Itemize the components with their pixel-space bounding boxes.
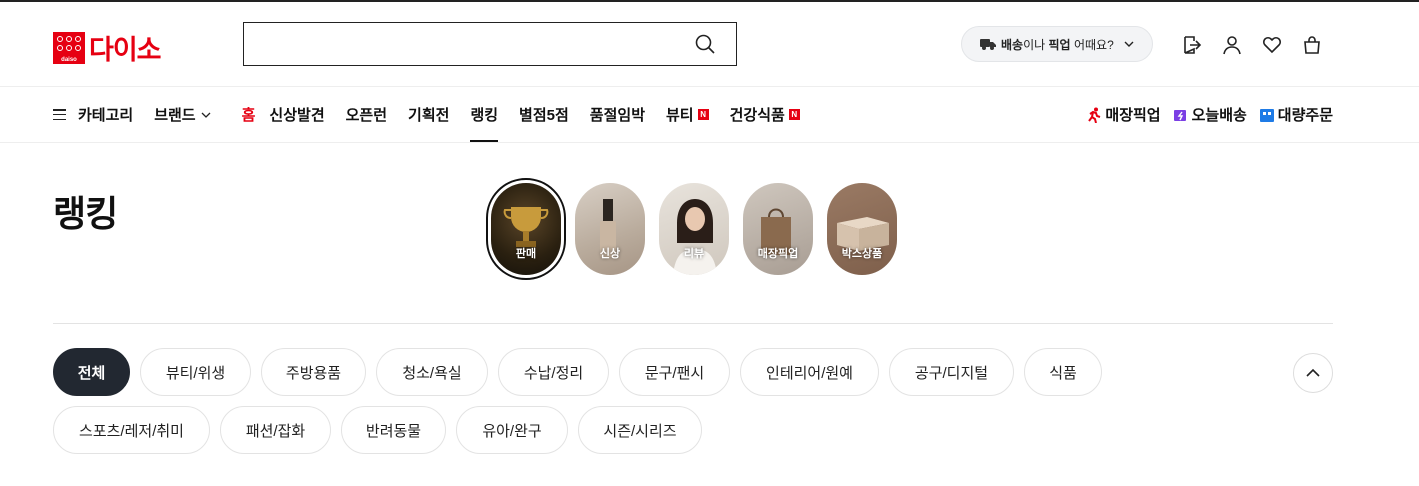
category-chip[interactable]: 식품 [1024,348,1102,396]
ranking-type-store-pickup[interactable]: 매장픽업 [743,183,813,275]
nav-soldout-soon[interactable]: 품절임박 [590,87,645,142]
nav-exhibition[interactable]: 기획전 [408,87,449,142]
category-chip[interactable]: 수납/정리 [498,348,609,396]
header: daiso 다이소 배송 이나 픽업 어때요? [0,2,1419,86]
category-chip[interactable]: 주방용품 [261,348,366,396]
trophy-icon [503,207,549,247]
chevron-down-icon [1124,41,1134,47]
search-input[interactable] [243,22,737,66]
category-chip-all[interactable]: 전체 [53,348,130,396]
pickup-label: 픽업 [1048,37,1071,52]
service-store-pickup[interactable]: 매장픽업 [1086,104,1161,125]
ranking-type-label: 판매 [515,248,537,260]
nav-home[interactable]: 홈 [242,87,256,142]
user-icon[interactable] [1222,35,1242,55]
category-chip[interactable]: 인테리어/원예 [740,348,879,396]
category-chip[interactable]: 문구/팬시 [619,348,730,396]
ranking-type-label: 신상 [599,248,621,260]
service-today-delivery-label: 오늘배송 [1191,107,1247,124]
service-today-delivery[interactable]: 오늘배송 [1173,104,1247,125]
delivery-label: 배송 [1001,37,1024,52]
delivery-question: 어때요? [1070,37,1114,52]
category-chip[interactable]: 시즌/시리즈 [578,406,702,454]
category-chip[interactable]: 패션/잡화 [220,406,331,454]
building-icon [1259,107,1275,123]
logo-mini-text: daiso [61,56,77,63]
ranking-type-label: 리뷰 [683,248,705,260]
logout-icon[interactable] [1182,35,1202,55]
header-actions [1182,35,1342,55]
bag-icon[interactable] [1302,35,1322,55]
logo-text: 다이소 [89,35,162,65]
heart-icon[interactable] [1262,35,1282,55]
category-chip[interactable]: 유아/완구 [456,406,568,454]
ranking-type-box[interactable]: 박스상품 [827,183,897,275]
service-bulk-order[interactable]: 대량주문 [1259,104,1333,125]
nav-health-food-label: 건강식품 [729,107,785,124]
paper-bag-image [761,208,791,255]
daiso-logo[interactable]: daiso 다이소 [53,28,162,67]
nav-five-star[interactable]: 별점5점 [519,87,569,142]
category-chip[interactable]: 청소/욕실 [376,348,488,396]
main-nav: 카테고리 브랜드 홈 신상발견 오픈런 기획전 랭킹 별점5점 품절임박 뷰티 … [0,87,1419,142]
category-filter: 전체 뷰티/위생 주방용품 청소/욕실 수납/정리 문구/팬시 인테리어/원예 … [53,348,1293,464]
chevron-down-icon [201,112,211,118]
chevron-up-icon [1306,368,1320,377]
ranking-type-review[interactable]: 리뷰 [659,183,729,275]
new-badge: N [697,109,709,120]
page-title: 랭킹 [53,193,118,234]
cosmetic-bottle-image [600,199,616,257]
woman-photo-image [673,199,717,275]
ranking-type-new[interactable]: 신상 [575,183,645,275]
category-row: 스포츠/레저/취미 패션/잡화 반려동물 유아/완구 시즌/시리즈 [53,406,1293,454]
new-badge: N [788,109,800,120]
nav-brand[interactable]: 브랜드 [154,87,211,142]
ranking-type-sales[interactable]: 판매 [486,178,566,280]
delivery-pickup-selector[interactable]: 배송 이나 픽업 어때요? [961,26,1153,62]
truck-icon [980,39,996,50]
nav-new[interactable]: 신상발견 [269,87,324,142]
nav-beauty-label: 뷰티 [666,107,694,124]
search-icon[interactable] [695,34,715,54]
nav-divider [0,142,1419,143]
ranking-type-label: 박스상품 [841,248,883,260]
category-chip[interactable]: 뷰티/위생 [140,348,251,396]
category-chip[interactable]: 스포츠/레저/취미 [53,406,210,454]
service-bulk-order-label: 대량주문 [1277,107,1333,124]
menu-icon [53,109,66,120]
ranking-type-label: 매장픽업 [757,248,799,260]
running-person-icon [1086,107,1102,123]
nav-ranking[interactable]: 랭킹 [470,87,498,142]
nav-beauty[interactable]: 뷰티 N [666,87,709,142]
nav-category-label: 카테고리 [78,107,134,124]
service-store-pickup-label: 매장픽업 [1105,107,1161,124]
category-chip[interactable]: 반려동물 [341,406,446,454]
nav-health-food[interactable]: 건강식품 N [730,87,800,142]
section-divider [53,323,1333,324]
delivery-connector: 이나 [1023,37,1049,52]
nav-category[interactable]: 카테고리 [53,87,133,142]
logo-mark: daiso [53,31,85,64]
box-bolt-icon [1173,107,1189,123]
category-chip[interactable]: 공구/디지털 [889,348,1014,396]
ranking-type-selector: 판매 신상 리뷰 매장픽업 박스상품 [486,178,911,280]
nav-brand-label: 브랜드 [154,107,196,124]
nav-openrun[interactable]: 오픈런 [346,87,387,142]
collapse-categories-button[interactable] [1293,353,1333,393]
cardboard-box-image [837,217,889,251]
category-row: 전체 뷰티/위생 주방용품 청소/욕실 수납/정리 문구/팬시 인테리어/원예 … [53,348,1293,396]
